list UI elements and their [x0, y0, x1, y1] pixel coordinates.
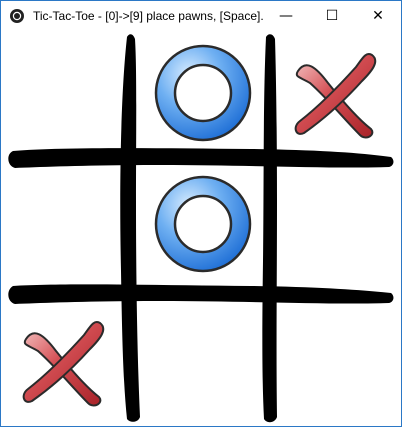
- pawn-r2-c2-o-icon: [154, 175, 252, 273]
- grid-line-vertical-1: [120, 34, 140, 422]
- game-window: Tic-Tac-Toe - [0]->[9] place pawns, [Spa…: [0, 0, 402, 427]
- pawn-r3-c1-x-icon: [22, 321, 105, 407]
- app-icon: [10, 9, 24, 23]
- window-title: Tic-Tac-Toe - [0]->[9] place pawns, [Spa…: [33, 9, 263, 23]
- board-canvas[interactable]: [1, 31, 401, 426]
- minimize-button[interactable]: —: [263, 1, 309, 31]
- pawn-layer: [22, 44, 377, 407]
- grid-line-vertical-2: [262, 34, 277, 423]
- pawn-r1-c2-o-icon: [154, 44, 252, 142]
- close-button[interactable]: ✕: [355, 1, 401, 31]
- maximize-button[interactable]: ☐: [309, 1, 355, 31]
- window-controls: — ☐ ✕: [263, 1, 401, 31]
- title-bar[interactable]: Tic-Tac-Toe - [0]->[9] place pawns, [Spa…: [1, 1, 401, 31]
- pawn-r1-c3-x-icon: [294, 53, 377, 139]
- game-board[interactable]: [1, 31, 401, 426]
- grid-line-horizontal-2: [8, 284, 394, 304]
- grid-line-horizontal-1: [8, 148, 394, 168]
